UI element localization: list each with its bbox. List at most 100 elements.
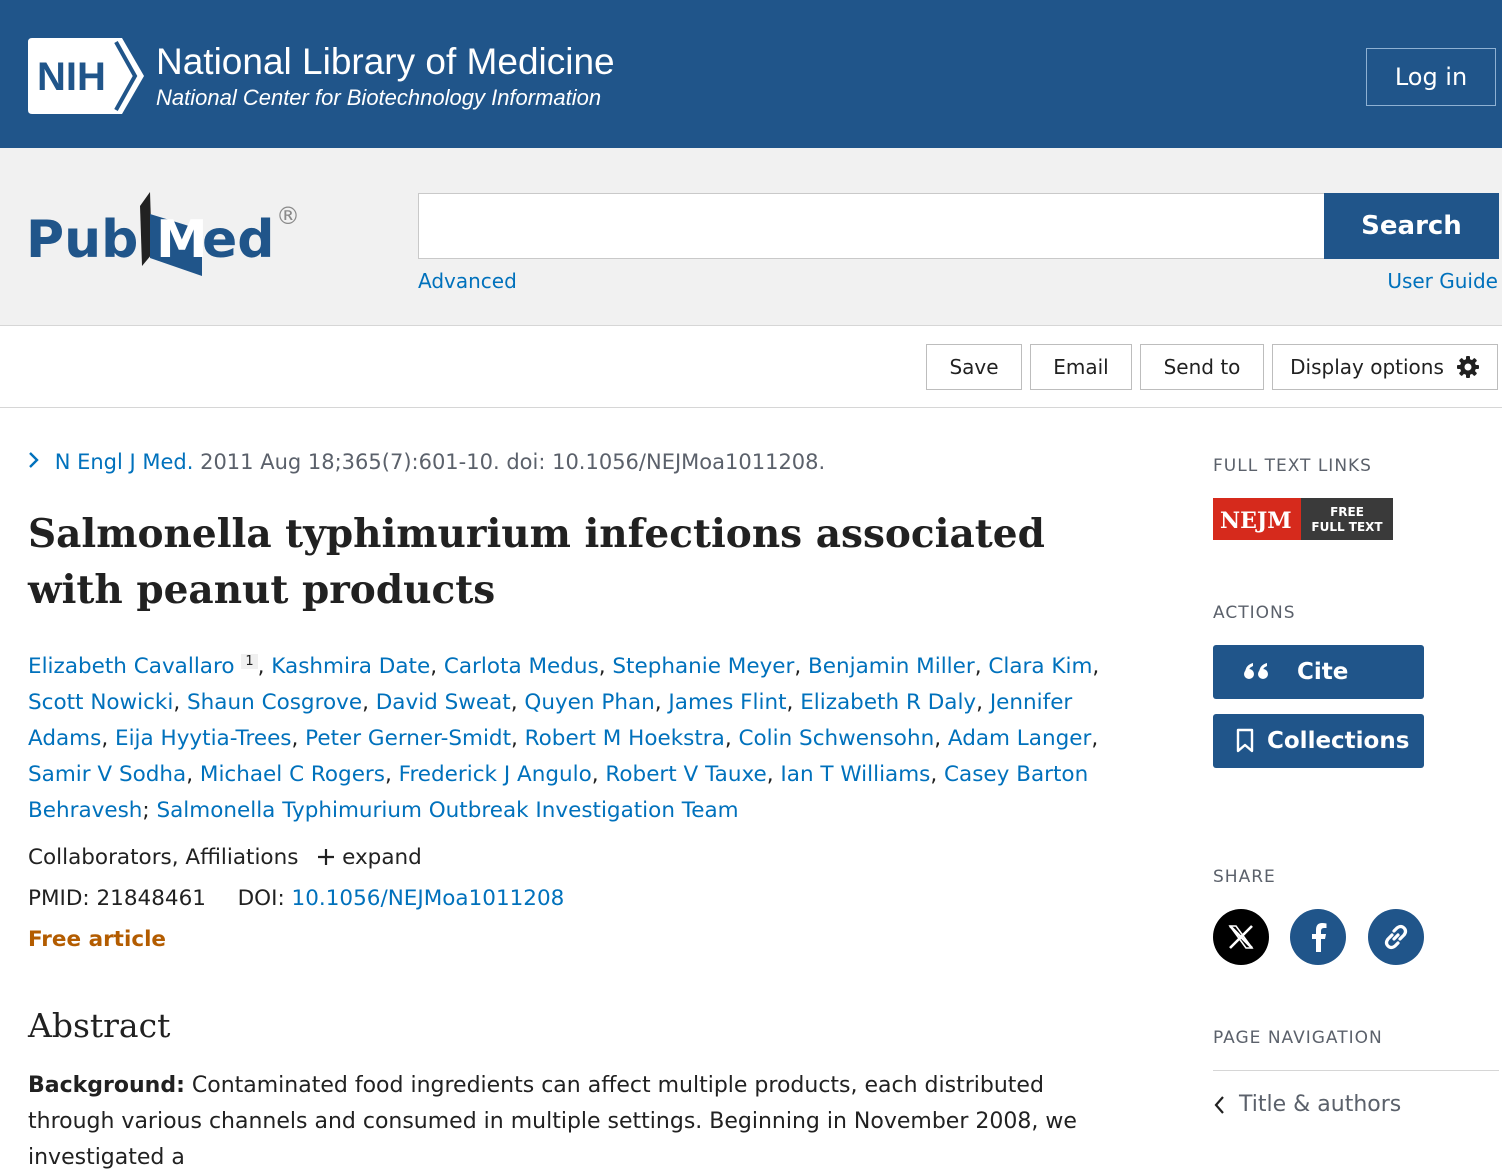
group-author-link[interactable]: Salmonella Typhimurium Outbreak Investig… [156, 798, 738, 823]
search-button[interactable]: Search [1324, 193, 1499, 259]
x-logo-icon [1228, 925, 1254, 949]
author-link[interactable]: Peter Gerner-Smidt [305, 726, 511, 751]
author-link[interactable]: Ian T Williams [780, 762, 930, 787]
author-link[interactable]: Eija Hyytia-Trees [115, 726, 292, 751]
author-link[interactable]: Kashmira Date [271, 654, 430, 679]
nejm-logo-text: NEJM [1220, 508, 1292, 534]
expand-label: expand [342, 845, 422, 870]
login-button[interactable]: Log in [1366, 48, 1496, 106]
full-text-links-heading: FULL TEXT LINKS [1213, 456, 1372, 476]
author-link[interactable]: Shaun Cosgrove [187, 690, 362, 715]
citation-line: N Engl J Med. 2011 Aug 18;365(7):601-10.… [28, 450, 825, 474]
email-button-label: Email [1053, 355, 1109, 379]
free-article-badge: Free article [28, 927, 167, 952]
gear-icon [1456, 356, 1479, 378]
cite-button[interactable]: Cite [1213, 645, 1424, 699]
page-navigation-heading: PAGE NAVIGATION [1213, 1028, 1383, 1048]
cite-label: Cite [1297, 659, 1349, 685]
author-separator: , [974, 654, 989, 679]
author-link[interactable]: Elizabeth R Daly [800, 690, 976, 715]
author-separator: , [724, 726, 739, 751]
article-identifiers: PMID: 21848461 DOI: 10.1056/NEJMoa101120… [28, 886, 564, 911]
author-link[interactable]: Colin Schwensohn [738, 726, 934, 751]
nejm-full-text: FULL TEXT [1311, 520, 1383, 534]
author-link[interactable]: Adam Langer [948, 726, 1091, 751]
facebook-icon [1312, 923, 1327, 952]
author-link[interactable]: Benjamin Miller [808, 654, 975, 679]
author-link[interactable]: Quyen Phan [524, 690, 654, 715]
author-link[interactable]: Samir V Sodha [28, 762, 186, 787]
expand-toggle[interactable]: expand [317, 845, 422, 870]
page-navigation-divider [1213, 1070, 1499, 1071]
svg-text:M: M [156, 210, 208, 270]
author-separator: , [173, 690, 188, 715]
abstract-heading: Abstract [28, 1006, 171, 1045]
author-separator: , [786, 690, 801, 715]
registered-mark: ® [276, 202, 300, 230]
abstract-background: Background: Contaminated food ingredient… [28, 1068, 1108, 1176]
nav-item-title-authors[interactable]: Title & authors [1213, 1092, 1401, 1117]
author-separator: , [591, 762, 606, 787]
author-list: Elizabeth Cavallaro 1, Kashmira Date, Ca… [28, 644, 1108, 829]
send-to-button[interactable]: Send to [1140, 344, 1264, 390]
share-link-button[interactable] [1368, 909, 1424, 965]
svg-text:Pub: Pub [26, 210, 138, 270]
author-separator: , [1091, 726, 1099, 751]
search-area: Pub M ed ® Search Advanced User Guide [0, 148, 1502, 326]
author-link[interactable]: David Sweat [376, 690, 511, 715]
doi-link[interactable]: 10.1056/NEJMoa1011208 [292, 886, 565, 911]
author-link[interactable]: Stephanie Meyer [612, 654, 794, 679]
author-link[interactable]: Frederick J Angulo [399, 762, 592, 787]
nejm-free-text: FREE [1330, 505, 1364, 519]
author-link[interactable]: Carlota Medus [444, 654, 599, 679]
author-separator: , [934, 726, 948, 751]
author-separator: , [384, 762, 399, 787]
author-separator: , [430, 654, 444, 679]
pmid-value: 21848461 [96, 886, 206, 911]
chevron-right-icon[interactable] [28, 450, 47, 474]
nejm-full-text-link[interactable]: NEJM FREE FULL TEXT [1213, 498, 1393, 540]
org-subtitle: National Center for Biotechnology Inform… [156, 85, 602, 110]
collaborators-affiliations: Collaborators, Affiliations expand [28, 845, 422, 870]
author-link[interactable]: Robert M Hoekstra [525, 726, 725, 751]
pubmed-logo-icon[interactable]: Pub M ed ® [26, 184, 306, 284]
author-separator: , [654, 690, 669, 715]
journal-link[interactable]: N Engl J Med. [55, 450, 194, 474]
author-separator: , [766, 762, 781, 787]
affiliation-marker[interactable]: 1 [241, 654, 258, 669]
share-facebook-button[interactable] [1290, 909, 1346, 965]
author-link[interactable]: Elizabeth Cavallaro [28, 654, 235, 679]
author-separator: , [930, 762, 945, 787]
display-options-button[interactable]: Display options [1272, 344, 1498, 390]
background-label: Background: [28, 1073, 185, 1098]
article-toolbar: Save Email Send to Display options [0, 326, 1502, 408]
share-x-button[interactable] [1213, 909, 1269, 965]
chevron-left-icon [1214, 1095, 1224, 1114]
citation-details: 2011 Aug 18;365(7):601-10. doi: 10.1056/… [193, 450, 826, 474]
plus-icon [318, 849, 335, 865]
collections-button[interactable]: Collections [1213, 714, 1424, 768]
author-separator: , [362, 690, 376, 715]
author-separator: , [976, 690, 990, 715]
author-link[interactable]: Scott Nowicki [28, 690, 173, 715]
author-separator: , [186, 762, 200, 787]
background-text: Contaminated food ingredients can affect… [28, 1073, 1077, 1170]
author-link[interactable]: Robert V Tauxe [605, 762, 766, 787]
author-separator: , [511, 726, 525, 751]
author-separator: , [1092, 654, 1100, 679]
advanced-search-link[interactable]: Advanced [418, 269, 517, 293]
share-heading: SHARE [1213, 867, 1276, 887]
user-guide-link[interactable]: User Guide [1387, 269, 1498, 293]
author-separator: , [510, 690, 525, 715]
email-button[interactable]: Email [1030, 344, 1132, 390]
author-link[interactable]: James Flint [668, 690, 786, 715]
svg-text:ed: ed [202, 210, 275, 270]
search-input[interactable] [418, 193, 1325, 259]
author-link[interactable]: Clara Kim [988, 654, 1092, 679]
save-button-label: Save [949, 355, 999, 379]
save-button[interactable]: Save [926, 344, 1022, 390]
bookmark-icon [1236, 728, 1254, 753]
nih-logo-icon[interactable]: NIH [28, 38, 144, 114]
collections-label: Collections [1267, 728, 1410, 754]
author-link[interactable]: Michael C Rogers [200, 762, 385, 787]
